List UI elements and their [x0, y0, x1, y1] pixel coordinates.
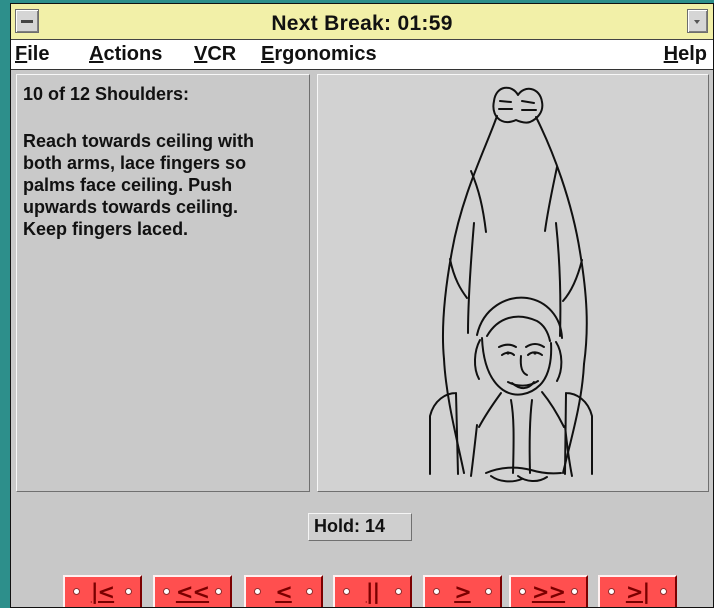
button-indicator-dot	[660, 588, 667, 595]
hold-counter: Hold: 14	[308, 513, 412, 541]
fast-forward-button[interactable]: >>	[509, 575, 588, 607]
button-indicator-dot	[306, 588, 313, 595]
next-button[interactable]: >	[423, 575, 502, 607]
button-indicator-dot	[485, 588, 492, 595]
menu-ergonomics[interactable]: Ergonomics	[261, 43, 377, 66]
button-indicator-dot	[395, 588, 402, 595]
menu-help[interactable]: Help	[664, 43, 707, 66]
instruction-line: Reach towards ceiling with	[23, 131, 255, 151]
instruction-line: upwards towards ceiling.	[23, 197, 239, 217]
rewind-button[interactable]: <<	[153, 575, 232, 607]
last-button[interactable]: >|	[598, 575, 677, 607]
title-bar: Next Break: 01:59	[11, 4, 713, 40]
button-indicator-dot	[571, 588, 578, 595]
menu-actions[interactable]: Actions	[89, 43, 162, 66]
instruction-line: Keep fingers laced.	[23, 219, 189, 239]
stretching-woman-illustration	[429, 86, 593, 483]
pause-button[interactable]: ||	[333, 575, 412, 607]
button-indicator-dot	[125, 588, 132, 595]
window-title: Next Break: 01:59	[271, 12, 453, 35]
menu-vcr[interactable]: VCR	[194, 43, 236, 66]
menu-bar: File Actions VCR Ergonomics Help	[11, 40, 713, 70]
previous-button[interactable]: <	[244, 575, 323, 607]
minimize-icon[interactable]	[687, 9, 708, 33]
instruction-line: both arms, lace fingers so	[23, 153, 247, 173]
break-reminder-window: Next Break: 01:59 File Actions VCR Ergon…	[10, 3, 714, 608]
exercise-heading: 10 of 12 Shoulders:	[23, 84, 190, 104]
vcr-controls: |< << < || > >> >|	[11, 575, 713, 607]
button-indicator-dot	[215, 588, 222, 595]
menu-file[interactable]: File	[15, 43, 49, 66]
exercise-text-panel: 10 of 12 Shoulders: Reach towards ceilin…	[16, 74, 310, 492]
exercise-picture-panel	[317, 74, 709, 492]
instruction-line: palms face ceiling. Push	[23, 175, 233, 195]
first-button[interactable]: |<	[63, 575, 142, 607]
